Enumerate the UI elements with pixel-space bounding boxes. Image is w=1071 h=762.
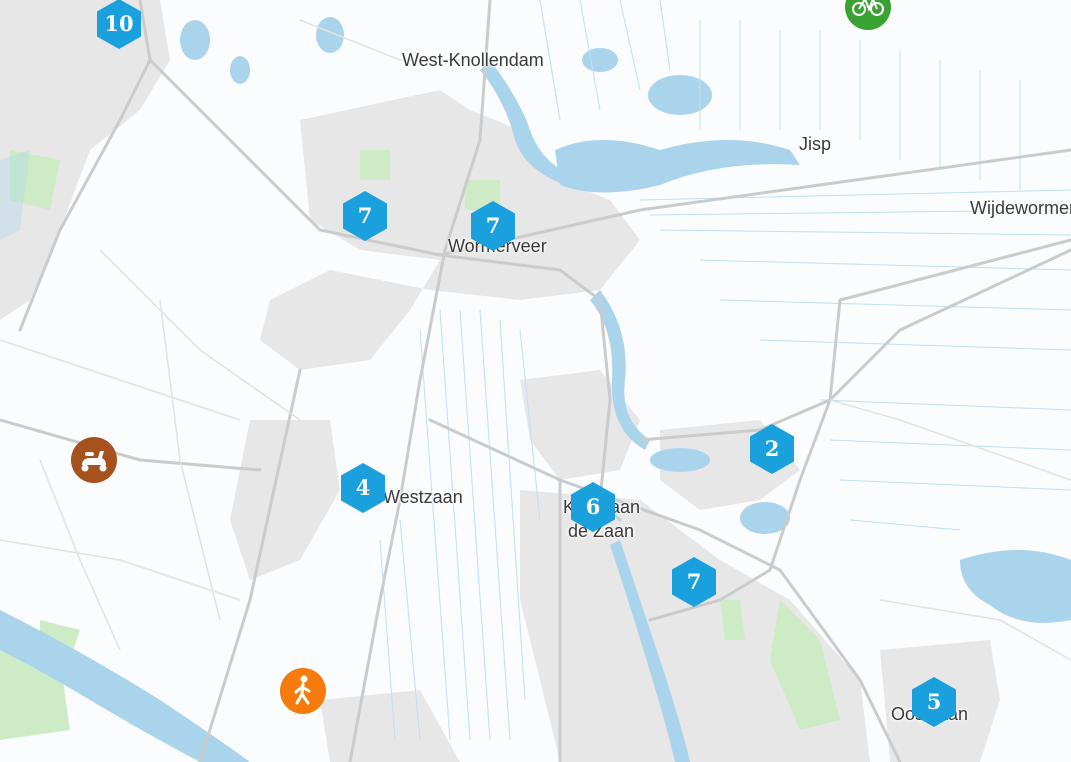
cluster-count: 6 [585, 494, 601, 519]
cluster-count: 5 [926, 689, 942, 714]
scooter-icon [71, 437, 117, 483]
cluster-count: 2 [764, 436, 780, 461]
scooter-poi-marker[interactable] [71, 437, 117, 483]
cluster-marker[interactable]: 7 [470, 200, 516, 252]
cluster-marker[interactable]: 4 [340, 462, 386, 514]
place-label-west-knollendam: West-Knollendam [402, 50, 544, 70]
place-label-wijdewormer: Wijdewormer [970, 198, 1071, 218]
cluster-marker[interactable]: 5 [911, 676, 957, 728]
cluster-count: 7 [686, 569, 702, 594]
cluster-count: 4 [355, 475, 371, 500]
cluster-marker[interactable]: 2 [749, 423, 795, 475]
cluster-count: 7 [357, 203, 373, 228]
cluster-count: 7 [485, 213, 501, 238]
walking-person-icon [280, 668, 326, 714]
place-label-westzaan: Westzaan [383, 487, 463, 507]
map-base-layer [0, 0, 1071, 762]
cluster-marker[interactable]: 7 [671, 556, 717, 608]
place-label-jisp: Jisp [799, 134, 832, 154]
cluster-marker[interactable]: 10 [96, 0, 142, 50]
cluster-count: 10 [104, 11, 134, 36]
cluster-marker[interactable]: 6 [570, 481, 616, 533]
bicycle-poi-marker[interactable] [845, 0, 891, 30]
walking-poi-marker[interactable] [280, 668, 326, 714]
map-canvas[interactable]: West-Knollendam Jisp Wijdewormer Wormerv… [0, 0, 1071, 762]
bicycle-icon [845, 0, 891, 30]
cluster-marker[interactable]: 7 [342, 190, 388, 242]
